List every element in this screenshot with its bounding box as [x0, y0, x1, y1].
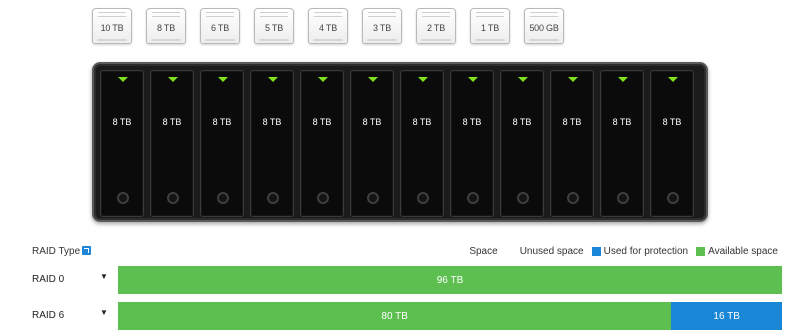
drive-size-selector: 10 TB 8 TB 6 TB 5 TB 4 TB 3 TB 2 TB 1 TB 500 GB	[92, 8, 592, 46]
chevron-down-icon[interactable]: ▼	[100, 308, 108, 317]
drive-option-label: 1 TB	[480, 23, 500, 33]
status-led-icon	[668, 77, 678, 82]
status-led-icon	[118, 77, 128, 82]
drive-option-label: 4 TB	[318, 23, 338, 33]
raid-type-heading: RAID Type	[32, 246, 92, 257]
raid-level-name: RAID 6	[32, 310, 65, 321]
bay-capacity: 8 TB	[212, 117, 232, 127]
drive-bay[interactable]: 8 TB	[650, 70, 694, 217]
bay-capacity: 8 TB	[662, 117, 682, 127]
bay-release-icon	[417, 192, 429, 204]
raid-row: RAID 6 ▼ 80 TB 16 TB	[0, 302, 788, 330]
legend-item-protection: Used for protection	[591, 246, 689, 257]
status-led-icon	[368, 77, 378, 82]
drive-option-label: 10 TB	[100, 23, 124, 33]
drive-bay[interactable]: 8 TB	[100, 70, 144, 217]
status-led-icon	[168, 77, 178, 82]
bay-release-icon	[267, 192, 279, 204]
drive-bay[interactable]: 8 TB	[400, 70, 444, 217]
drive-option-tile[interactable]: 4 TB	[308, 8, 348, 44]
status-led-icon	[268, 77, 278, 82]
drive-option-label: 6 TB	[210, 23, 230, 33]
external-link-icon[interactable]	[82, 246, 92, 255]
raid-type-label: RAID Type	[32, 246, 81, 257]
drive-option-label: 500 GB	[529, 23, 559, 33]
drive-bay[interactable]: 8 TB	[200, 70, 244, 217]
drive-option-tile[interactable]: 2 TB	[416, 8, 456, 44]
bay-capacity: 8 TB	[462, 117, 482, 127]
drive-bay[interactable]: 8 TB	[150, 70, 194, 217]
legend-title: Space	[469, 246, 498, 257]
drive-option-tile[interactable]: 1 TB	[470, 8, 510, 44]
drive-bay[interactable]: 8 TB	[300, 70, 344, 217]
status-led-icon	[218, 77, 228, 82]
drive-option-label: 3 TB	[372, 23, 392, 33]
nas-chassis: 8 TB 8 TB 8 TB 8 TB 8 TB 8 TB 8 TB 8 TB 8 TB 8 TB…	[92, 62, 708, 222]
bay-release-icon	[567, 192, 579, 204]
drive-option-tile[interactable]: 10 TB	[92, 8, 132, 44]
bay-capacity: 8 TB	[612, 117, 632, 127]
drive-option-label: 2 TB	[426, 23, 446, 33]
bay-release-icon	[167, 192, 179, 204]
capacity-bar: 96 TB	[118, 266, 782, 294]
capacity-bar: 80 TB 16 TB	[118, 302, 782, 330]
bay-release-icon	[217, 192, 229, 204]
status-led-icon	[568, 77, 578, 82]
available-space-segment: 96 TB	[118, 266, 782, 294]
bay-capacity: 8 TB	[112, 117, 132, 127]
available-swatch-icon	[696, 247, 706, 256]
bay-capacity: 8 TB	[562, 117, 582, 127]
protection-swatch-icon	[591, 247, 601, 256]
bay-capacity: 8 TB	[162, 117, 182, 127]
bay-capacity: 8 TB	[262, 117, 282, 127]
legend-unused-label: Unused space	[519, 246, 584, 257]
drive-option-tile[interactable]: 500 GB	[524, 8, 564, 44]
drive-option-label: 8 TB	[156, 23, 176, 33]
bay-release-icon	[317, 192, 329, 204]
drive-bay[interactable]: 8 TB	[250, 70, 294, 217]
status-led-icon	[618, 77, 628, 82]
drive-option-tile[interactable]: 6 TB	[200, 8, 240, 44]
bay-capacity: 8 TB	[412, 117, 432, 127]
drive-bay[interactable]: 8 TB	[500, 70, 544, 217]
drive-option-tile[interactable]: 5 TB	[254, 8, 294, 44]
drive-bay[interactable]: 8 TB	[350, 70, 394, 217]
bay-release-icon	[517, 192, 529, 204]
legend-available-label: Available space	[708, 246, 778, 257]
drive-option-tile[interactable]: 3 TB	[362, 8, 402, 44]
legend-protection-label: Used for protection	[603, 246, 689, 257]
space-legend: Space Unused space Used for protection A…	[469, 246, 778, 257]
drive-bay[interactable]: 8 TB	[600, 70, 644, 217]
status-led-icon	[518, 77, 528, 82]
bay-capacity: 8 TB	[512, 117, 532, 127]
status-led-icon	[318, 77, 328, 82]
bay-capacity: 8 TB	[362, 117, 382, 127]
legend-item-available: Available space	[696, 246, 778, 257]
bay-release-icon	[617, 192, 629, 204]
bay-release-icon	[117, 192, 129, 204]
bay-release-icon	[367, 192, 379, 204]
legend-item-unused: Unused space	[520, 246, 584, 257]
raid-row: RAID 0 ▼ 96 TB	[0, 266, 788, 294]
status-led-icon	[468, 77, 478, 82]
available-space-segment: 80 TB	[118, 302, 672, 330]
drive-option-tile[interactable]: 8 TB	[146, 8, 186, 44]
drive-bay[interactable]: 8 TB	[450, 70, 494, 217]
bay-capacity: 8 TB	[312, 117, 332, 127]
protection-space-segment: 16 TB	[671, 302, 782, 330]
drive-option-label: 5 TB	[264, 23, 284, 33]
status-led-icon	[418, 77, 428, 82]
drive-bay[interactable]: 8 TB	[550, 70, 594, 217]
bay-release-icon	[467, 192, 479, 204]
chevron-down-icon[interactable]: ▼	[100, 272, 108, 281]
raid-level-name: RAID 0	[32, 274, 65, 285]
bay-release-icon	[667, 192, 679, 204]
